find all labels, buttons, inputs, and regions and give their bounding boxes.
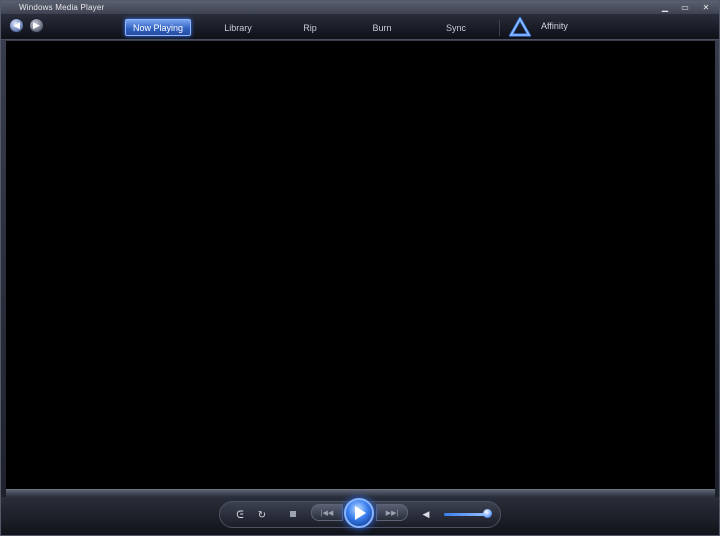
media-player-window: Windows Media Player ▁ ▭ ✕ ◀ ▶ Now Playi… [0,0,720,536]
next-button[interactable]: ▶▶| [376,504,408,521]
window-title: Windows Media Player [19,3,105,12]
window-controls: ▁ ▭ ✕ [657,1,715,14]
close-button[interactable]: ✕ [697,2,715,13]
maximize-button[interactable]: ▭ [677,2,693,13]
next-icon: ▶▶| [385,509,399,517]
stop-button[interactable] [288,509,298,519]
shuffle-icon: ᕮ [236,509,244,521]
shuffle-button[interactable]: ᕮ [233,508,247,522]
online-store-label[interactable]: Affinity [541,21,568,31]
tab-burn[interactable]: Burn [361,19,403,36]
minimize-button[interactable]: ▁ [657,2,673,13]
tab-now-playing[interactable]: Now Playing [125,19,191,36]
tab-library[interactable]: Library [211,19,265,36]
play-button[interactable] [344,498,374,528]
tab-divider [499,20,500,36]
volume-slider-handle[interactable] [483,509,492,518]
back-button[interactable]: ◀ [9,18,24,33]
video-display-area[interactable] [6,41,715,489]
affinity-logo-icon[interactable] [509,17,531,37]
repeat-button[interactable]: ↻ [255,508,269,522]
tab-rip[interactable]: Rip [289,19,331,36]
forward-arrow-icon: ▶ [33,20,40,30]
seek-bar[interactable] [6,489,715,497]
tab-sync[interactable]: Sync [435,19,477,36]
mute-button[interactable]: ◀ [420,508,432,520]
back-arrow-icon: ◀ [13,20,20,30]
play-icon [355,506,366,520]
speaker-icon: ◀ [422,508,430,519]
forward-button[interactable]: ▶ [29,18,44,33]
repeat-icon: ↻ [257,509,267,521]
previous-button[interactable]: |◀◀ [311,504,343,521]
previous-icon: |◀◀ [320,509,334,517]
navigation-bar: ◀ ▶ Now Playing Library Rip Burn Sync Af… [1,14,719,40]
title-bar[interactable]: Windows Media Player ▁ ▭ ✕ [1,1,719,14]
